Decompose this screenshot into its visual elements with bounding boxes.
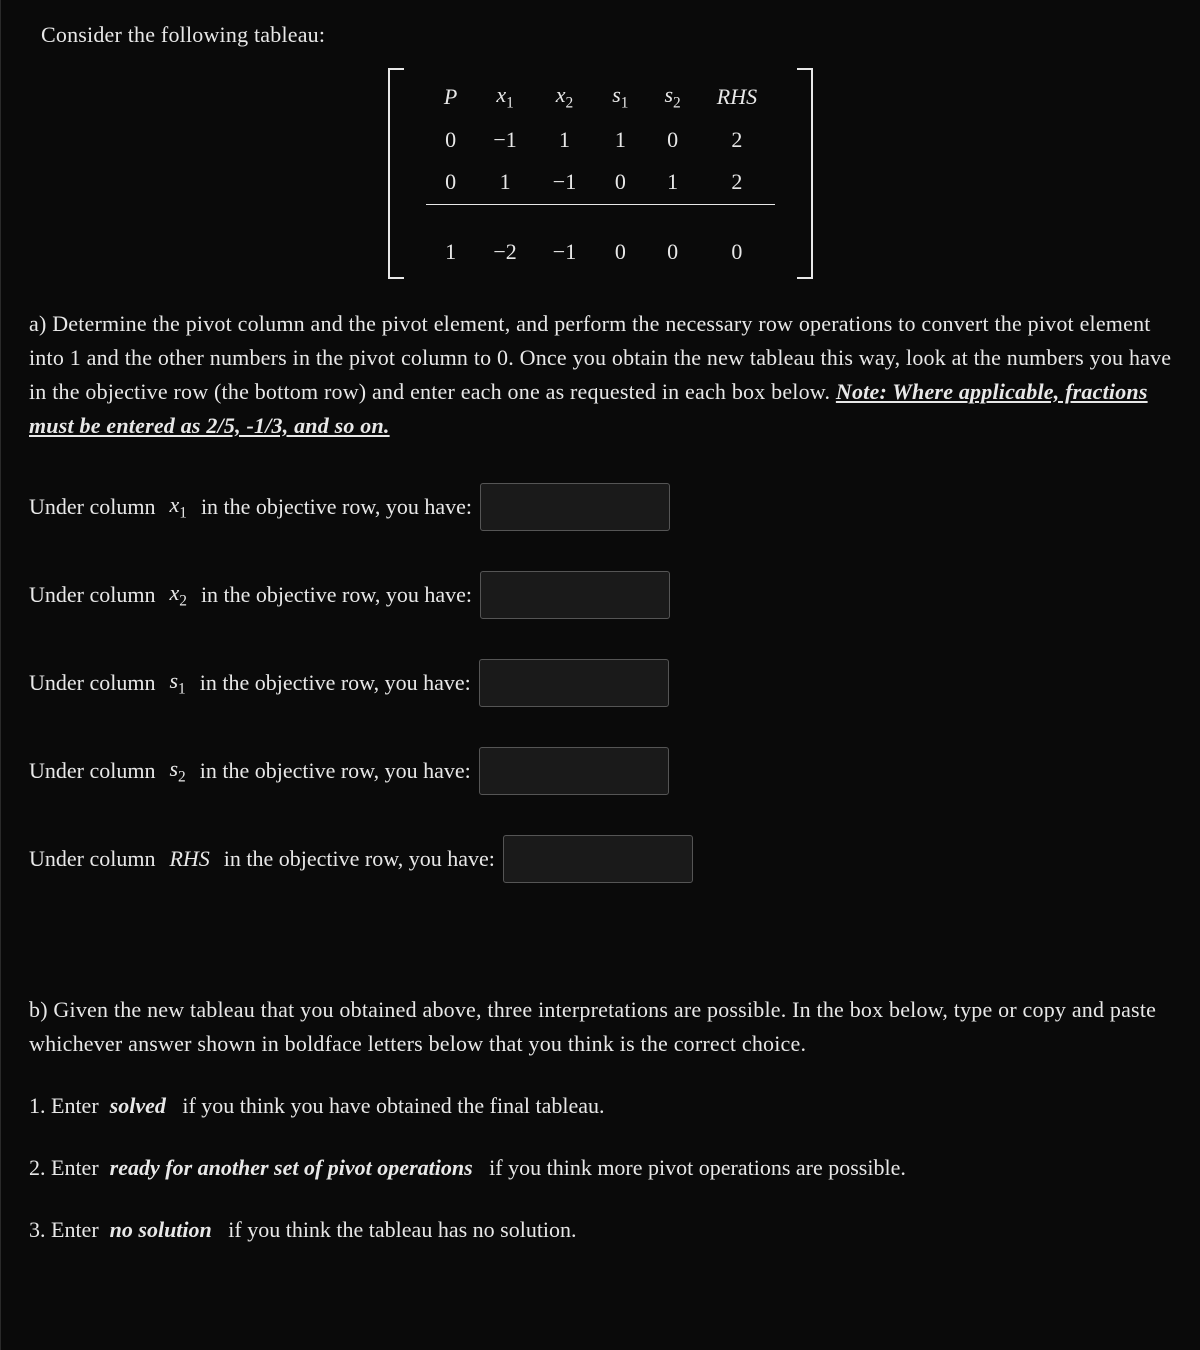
- tableau-objective-row: 1 −2 −1 0 0 0: [426, 231, 775, 273]
- answer-x2-input[interactable]: [480, 571, 670, 619]
- option-1: 1. Enter solved if you think you have ob…: [29, 1089, 1172, 1123]
- right-bracket-icon: [797, 68, 813, 279]
- prompt-s2: Under column s2 in the objective row, yo…: [29, 747, 1172, 795]
- prompt-x1: Under column x1 in the objective row, yo…: [29, 483, 1172, 531]
- option-key-nosolution: no solution: [110, 1217, 212, 1242]
- prompt-s1: Under column s1 in the objective row, yo…: [29, 659, 1172, 707]
- part-a-text: a) Determine the pivot column and the pi…: [29, 307, 1172, 443]
- prompt-rhs: Under column RHS in the objective row, y…: [29, 835, 1172, 883]
- tableau-header-row: P x1 x2 s1 s2 RHS: [426, 74, 775, 119]
- left-bracket-icon: [388, 68, 404, 279]
- tableau-row: 0 1 −1 0 1 2: [426, 161, 775, 204]
- intro-text: Consider the following tableau:: [41, 18, 1172, 52]
- tableau-matrix: P x1 x2 s1 s2 RHS 0 −1 1 1 0 2: [388, 68, 813, 279]
- option-3: 3. Enter no solution if you think the ta…: [29, 1213, 1172, 1247]
- part-b-text: b) Given the new tableau that you obtain…: [29, 993, 1172, 1061]
- tableau-container: P x1 x2 s1 s2 RHS 0 −1 1 1 0 2: [29, 68, 1172, 279]
- tableau-table: P x1 x2 s1 s2 RHS 0 −1 1 1 0 2: [426, 74, 775, 273]
- answer-s1-input[interactable]: [479, 659, 669, 707]
- answer-rhs-input[interactable]: [503, 835, 693, 883]
- option-key-solved: solved: [110, 1093, 166, 1118]
- prompt-x2: Under column x2 in the objective row, yo…: [29, 571, 1172, 619]
- option-2: 2. Enter ready for another set of pivot …: [29, 1151, 1172, 1185]
- option-key-ready: ready for another set of pivot operation…: [110, 1155, 473, 1180]
- question-page: Consider the following tableau: P x1 x2 …: [0, 0, 1200, 1350]
- tableau-row: 0 −1 1 1 0 2: [426, 119, 775, 161]
- answer-x1-input[interactable]: [480, 483, 670, 531]
- part-b-options: 1. Enter solved if you think you have ob…: [29, 1089, 1172, 1247]
- answer-s2-input[interactable]: [479, 747, 669, 795]
